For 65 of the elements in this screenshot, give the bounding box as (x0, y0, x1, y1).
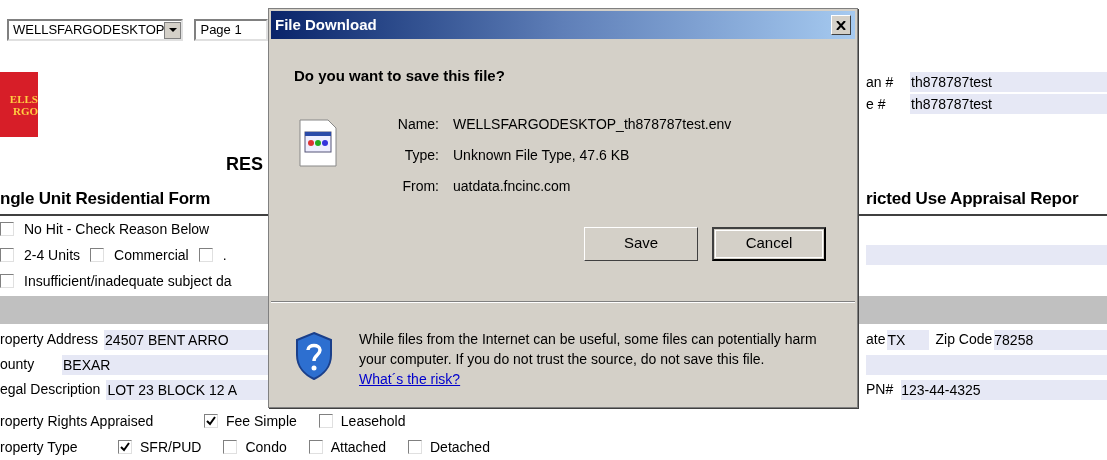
checkbox[interactable] (408, 440, 422, 454)
checkbox-label: Detached (430, 437, 490, 457)
field-label: e # (866, 94, 887, 114)
input-field[interactable] (866, 245, 1107, 265)
field-label: egal Description (0, 380, 101, 399)
section-heading: ricted Use Appraisal Repor (866, 188, 1079, 211)
checkbox[interactable] (223, 440, 238, 454)
checkbox-label: Attached (330, 437, 386, 457)
checkbox-label: No Hit - Check Reason Below (24, 219, 210, 239)
dialog-button[interactable]: Save (584, 226, 698, 261)
field-label: Zip Code (935, 330, 993, 349)
window-title: File Download (275, 14, 378, 35)
checkbox-label: Condo (245, 437, 287, 457)
field-label: roperty Rights Appraised (0, 411, 155, 431)
risk-link[interactable]: What´s the risk? (359, 370, 461, 387)
checkbox[interactable] (318, 414, 333, 428)
warning-text: While files from the Internet can be useful, some files can potentially harm your computer. If you do not trust the source, do not save this file. What´s the risk? (359, 329, 818, 389)
detail-label: From: (401, 176, 439, 196)
field-label: roperty Address (0, 330, 99, 349)
close-icon (836, 20, 846, 30)
checkbox[interactable] (0, 248, 14, 262)
checkbox[interactable] (204, 414, 218, 428)
state-field[interactable]: TX (887, 329, 930, 350)
field-label: ounty (0, 355, 36, 374)
field-label: an # (866, 72, 895, 92)
zip-field[interactable]: 78258 (994, 329, 1107, 350)
field-label: PN# (866, 380, 894, 399)
close-button[interactable] (831, 15, 851, 35)
checkbox[interactable] (0, 274, 14, 288)
document-dropdown[interactable]: WELLSFARGODESKTOP (7, 19, 184, 41)
page-field[interactable]: Page 1 (194, 19, 268, 41)
field-label: roperty Type (0, 437, 79, 457)
checkbox-label: SFR/PUD (140, 437, 202, 457)
section-heading: ngle Unit Residential Form (0, 188, 211, 211)
checkbox-label: Insufficient/inadequate subject da (24, 271, 232, 291)
detail-label: Name: (396, 114, 439, 134)
dialog-button[interactable]: Cancel (712, 226, 826, 261)
checkbox-label: Commercial (114, 245, 189, 265)
input-field[interactable]: LOT 23 BLOCK 12 A (106, 379, 268, 400)
logo-text: ELLS (9, 92, 38, 105)
field-label: ate (866, 330, 886, 349)
file-icon (298, 117, 338, 168)
loan-number-field[interactable]: th878787test (910, 72, 1107, 92)
checkbox[interactable] (118, 440, 132, 454)
form-title: RES (226, 152, 263, 176)
checkbox-label: Leasehold (340, 411, 406, 431)
detail-value: Unknown File Type, 47.6 KB (453, 145, 631, 165)
checkbox[interactable] (308, 440, 323, 454)
checkbox-label: . (222, 245, 227, 265)
logo-text: RGO (12, 104, 38, 117)
detail-value: WELLSFARGODESKTOP_th878787test.env (453, 114, 732, 134)
shield-icon (293, 330, 335, 381)
dialog-question: Do you want to save this file? (294, 66, 506, 86)
checkbox[interactable] (0, 222, 14, 236)
checkbox[interactable] (90, 248, 105, 262)
input-field[interactable] (866, 354, 1107, 375)
input-field[interactable]: 24507 BENT ARRO (104, 329, 268, 350)
checkbox-label: 2-4 Units (24, 245, 81, 265)
checkbox[interactable] (198, 248, 213, 262)
checkbox-label: Fee Simple (226, 411, 297, 431)
apn-field[interactable]: 123-44-4325 (901, 379, 1107, 400)
detail-value: uatdata.fncinc.com (453, 176, 572, 196)
loan-number-field[interactable]: th878787test (910, 94, 1107, 114)
detail-label: Type: (403, 145, 439, 165)
input-field[interactable]: BEXAR (62, 354, 268, 375)
